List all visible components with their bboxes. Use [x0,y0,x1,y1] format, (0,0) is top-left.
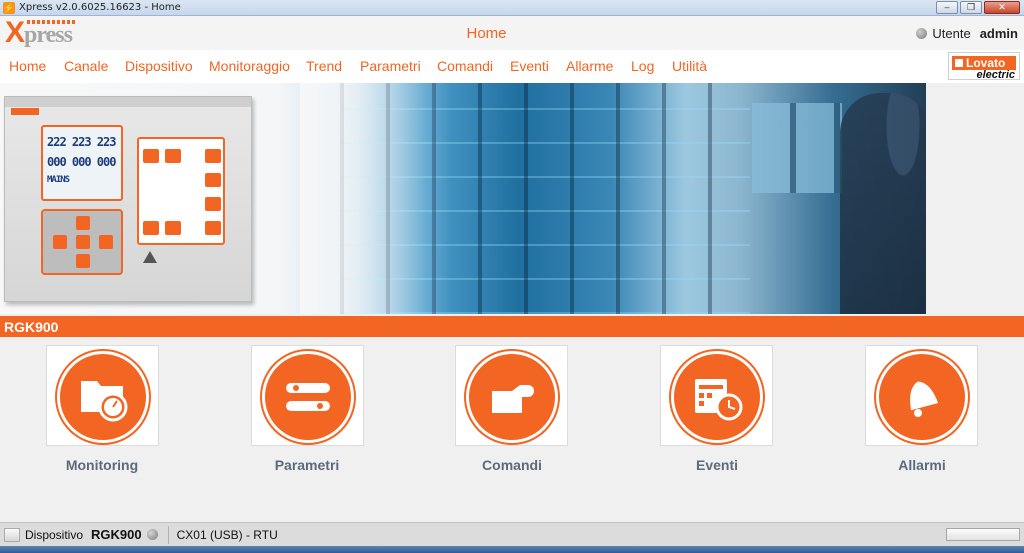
minimize-button[interactable]: – [936,1,958,14]
tile-comandi[interactable] [455,345,568,446]
status-connection: CX01 (USB) - RTU [176,527,278,542]
key-left-icon [53,235,67,249]
nav-item-home[interactable]: Home [9,58,46,74]
events-icon [695,379,743,421]
nav-item-eventi[interactable]: Eventi [510,58,549,74]
key-ok-icon [76,235,90,249]
banner-operator [840,93,926,314]
app-header: Xpress Home Utente admin [0,16,1024,50]
tile-allarmi[interactable] [865,345,978,446]
status-device-value: RGK900 [91,527,142,542]
status-bar: Dispositivo RGK900 CX01 (USB) - RTU [0,522,1024,546]
status-divider [167,525,169,544]
key-up-icon [76,216,90,230]
parameters-icon [286,383,330,411]
nav-item-canale[interactable]: Canale [64,58,108,74]
tile-label-monitoring[interactable]: Monitoring [22,457,182,473]
nav-item-comandi[interactable]: Comandi [437,58,493,74]
window-title-bar: ⚡ Xpress v2.0.6025.16623 - Home – ❐ ✕ [0,0,1024,16]
monitoring-icon [81,381,128,422]
nav-item-log[interactable]: Log [631,58,654,74]
user-label: Utente [932,26,971,41]
page-title: Home [466,25,507,42]
window-controls: – ❐ ✕ [936,1,1020,14]
nav-item-trend[interactable]: Trend [306,58,342,74]
user-name[interactable]: admin [980,26,1018,41]
close-button[interactable]: ✕ [984,1,1020,14]
warning-icon [143,251,157,263]
banner-monitors [752,103,842,193]
user-info: Utente admin [916,26,1018,41]
lovato-logo: Lovato electric [948,52,1020,81]
tile-label-eventi[interactable]: Eventi [637,457,797,473]
device-control-panel [137,137,225,245]
device-lcd: 222 223 223 000 000 000 MAINS [41,125,123,201]
nav-item-allarme[interactable]: Allarme [566,58,613,74]
status-progress-bar [946,528,1020,541]
nav-item-dispositivo[interactable]: Dispositivo [125,58,193,74]
main-nav: Home Canale Dispositivo Monitoraggio Tre… [0,50,1024,83]
nav-item-utilita[interactable]: Utilità [672,58,707,74]
tile-eventi[interactable] [660,345,773,446]
key-right-icon [99,235,113,249]
maximize-button[interactable]: ❐ [960,1,982,14]
tile-parametri[interactable] [251,345,364,446]
device-keypad [41,209,123,275]
user-status-icon [916,28,928,39]
status-device-label: Dispositivo [25,527,84,542]
nav-item-monitoraggio[interactable]: Monitoraggio [209,58,290,74]
commands-icon [492,385,534,413]
lcd-row-voltage: 222 223 223 [47,135,116,149]
window-title: Xpress v2.0.6025.16623 - Home [19,2,181,13]
device-section-name: RGK900 [4,319,59,335]
lcd-row-status: MAINS [47,175,70,185]
connection-led-icon [146,529,158,540]
lcd-row-current: 000 000 000 [47,155,116,169]
nav-item-parametri[interactable]: Parametri [360,58,421,74]
tile-label-allarmi[interactable]: Allarmi [842,457,1002,473]
tile-label-comandi[interactable]: Comandi [432,457,592,473]
device-section-bar: RGK900 [0,316,1024,337]
device-select-button[interactable] [4,527,20,542]
banner-fade [300,83,450,314]
device-image: 222 223 223 000 000 000 MAINS [4,96,252,302]
tile-label-parametri[interactable]: Parametri [227,457,387,473]
tile-monitoring[interactable] [46,345,159,446]
app-icon: ⚡ [3,1,15,14]
key-down-icon [76,254,90,268]
os-taskbar [0,546,1024,553]
device-brand-mark [11,108,39,115]
alarms-icon [910,381,939,417]
